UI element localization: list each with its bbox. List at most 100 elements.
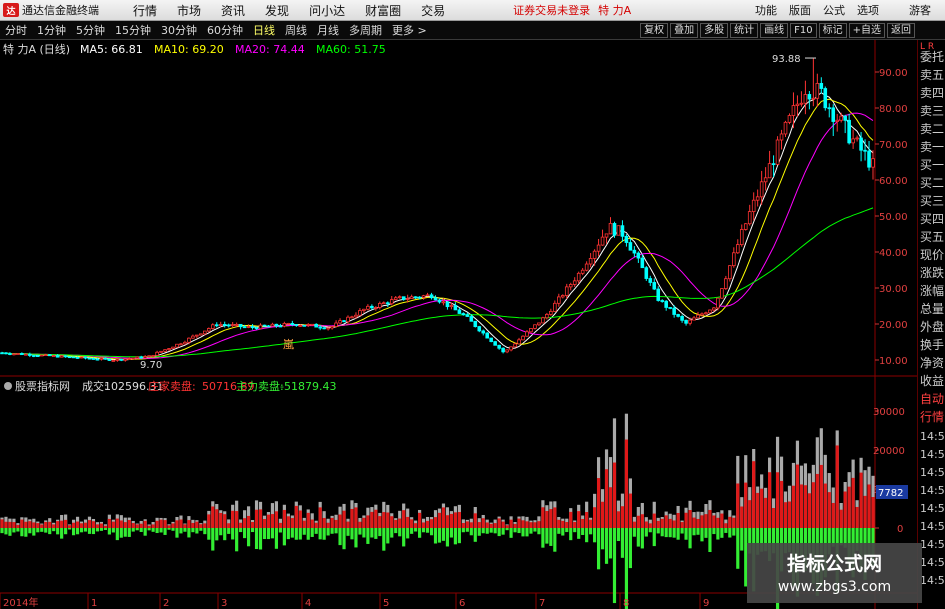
tool-button-2[interactable]: 多股 (700, 22, 729, 38)
menu-4[interactable]: 问小达 (299, 2, 355, 19)
period-tab-10[interactable]: 更多 > (387, 22, 432, 38)
volume-bar-up (696, 518, 700, 528)
candle-body (572, 280, 577, 285)
kline-chart[interactable]: 90.00 80.00 70.00 60.00 50.00 40.00 30.00 20.00… (0, 40, 917, 609)
volume-bar-down (378, 528, 382, 537)
candle-body (258, 324, 263, 330)
side-panel-item-15[interactable]: 外盘 (920, 318, 945, 336)
volume-bar-up (326, 522, 330, 528)
watermark-title: 指标公式网 (786, 553, 882, 575)
menu-0[interactable]: 行情 (123, 2, 167, 19)
period-tab-7[interactable]: 周线 (280, 22, 312, 38)
side-panel-item-0[interactable]: 委托 (920, 48, 945, 66)
menu-1[interactable]: 市场 (167, 2, 211, 19)
candle-body (226, 324, 231, 327)
side-panel-item-4[interactable]: 卖二 (920, 120, 945, 138)
side-panel-item-11[interactable]: 现价 (920, 246, 945, 264)
menu-2[interactable]: 资讯 (211, 2, 255, 19)
volume-bar-up (239, 522, 243, 528)
candle-body (278, 325, 283, 328)
volume-bar-up (318, 507, 322, 528)
volume-bar-up (624, 439, 629, 528)
side-panel-item-10[interactable]: 买五 (920, 228, 945, 246)
price-tick-label-0: 90.00 (879, 68, 908, 79)
volume-bar-up (489, 523, 493, 528)
side-panel-item-12[interactable]: 涨跌 (920, 264, 945, 282)
period-tab-0[interactable]: 分时 (0, 22, 32, 38)
volume-bar-down (75, 528, 80, 535)
period-tab-8[interactable]: 月线 (312, 22, 344, 38)
volume-bar-up (664, 515, 668, 528)
volume-bar-up (831, 502, 835, 528)
side-panel-item-8[interactable]: 买三 (920, 192, 945, 210)
period-tab-5[interactable]: 60分钟 (202, 22, 248, 38)
side-panel-item-18[interactable]: 收益 (920, 372, 945, 390)
tool-button-1[interactable]: 叠加 (670, 22, 699, 38)
tool-button-8[interactable]: 返回 (887, 22, 915, 38)
right-menu-0[interactable]: 功能 (749, 2, 783, 18)
candle-body (453, 305, 458, 311)
volume-bar-down (310, 528, 314, 537)
period-tab-9[interactable]: 多周期 (344, 22, 387, 38)
volume-bar-up (485, 522, 489, 528)
volume-bar-down (119, 528, 123, 538)
candle-body (473, 320, 478, 327)
volume-bar-up (64, 519, 68, 528)
side-panel-item-7[interactable]: 买二 (920, 174, 945, 192)
candle-body (759, 181, 764, 198)
volume-bar-up (358, 521, 362, 528)
right-menu-3[interactable]: 选项 (851, 2, 885, 18)
side-panel-item-6[interactable]: 买一 (920, 156, 945, 174)
side-panel-item-14[interactable]: 总量 (920, 300, 945, 318)
candle-body (171, 346, 175, 349)
volume-bar-down (684, 528, 688, 540)
tool-button-4[interactable]: 画线 (760, 22, 789, 38)
side-panel-item-13[interactable]: 涨幅 (920, 282, 945, 300)
period-tab-3[interactable]: 15分钟 (110, 22, 156, 38)
tool-button-3[interactable]: 统计 (730, 22, 759, 38)
volume-bar-up (557, 519, 561, 528)
volume-bar-up (266, 514, 271, 528)
guest-button[interactable]: 游客 (909, 2, 931, 18)
indicator-settings-icon (4, 382, 12, 390)
volume-bar-down (87, 528, 92, 534)
right-menu-1[interactable]: 版面 (783, 2, 817, 18)
tool-button-6[interactable]: 标记 (818, 22, 847, 38)
volume-bar-down (258, 528, 263, 550)
side-panel-item-9[interactable]: 买四 (920, 210, 945, 228)
side-panel-item-1[interactable]: 卖五 (920, 66, 945, 84)
candle-body (692, 317, 696, 321)
side-panel-item-17[interactable]: 净资 (920, 354, 945, 372)
candle-body (728, 265, 732, 280)
right-menu-2[interactable]: 公式 (817, 2, 851, 18)
menu-5[interactable]: 财富圈 (355, 2, 411, 19)
side-panel-item-2[interactable]: 卖四 (920, 84, 945, 102)
volume-bar-up (48, 521, 52, 528)
volume-bar-up (692, 517, 696, 528)
volume-bar-up (429, 519, 434, 528)
side-panel-item-3[interactable]: 卖三 (920, 102, 945, 120)
candle-body (433, 297, 438, 301)
tool-button-7[interactable]: +自选 (848, 22, 885, 38)
volume-bar-down (306, 528, 310, 540)
menu-3[interactable]: 发现 (255, 2, 299, 19)
candle-body (465, 314, 470, 317)
candle-body (203, 330, 207, 335)
tool-button-0[interactable]: 复权 (640, 22, 669, 38)
candle-body (397, 296, 402, 299)
menu-6[interactable]: 交易 (411, 2, 455, 19)
period-tab-6[interactable]: 日线 (248, 22, 280, 38)
volume-bar-down (700, 528, 704, 542)
period-tab-1[interactable]: 1分钟 (32, 22, 71, 38)
period-tab-2[interactable]: 5分钟 (71, 22, 110, 38)
period-tab-4[interactable]: 30分钟 (156, 22, 202, 38)
side-panel-item-5[interactable]: 卖一 (920, 138, 945, 156)
candle-body (250, 326, 255, 329)
side-panel-item-20[interactable]: 行情 (920, 408, 945, 426)
tool-button-5[interactable]: F10 (790, 22, 817, 38)
login-notice[interactable]: 证券交易未登录 (513, 2, 590, 18)
side-panel-item-16[interactable]: 换手 (920, 336, 945, 354)
candle-body (83, 356, 88, 359)
side-panel-item-19[interactable]: 自动 (920, 390, 945, 408)
volume-bar-up (593, 507, 597, 528)
